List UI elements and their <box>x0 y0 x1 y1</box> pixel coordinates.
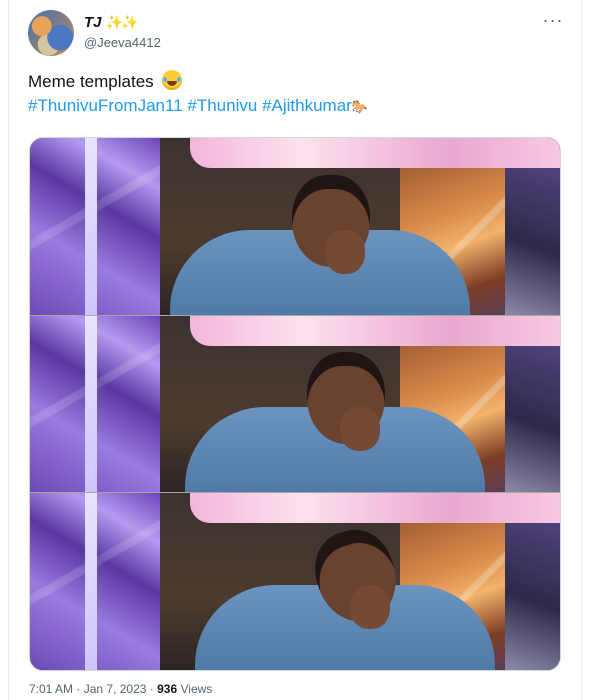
meme-panel-2 <box>30 315 560 494</box>
meta-separator: · <box>76 682 81 696</box>
tweet-time[interactable]: 7:01 AM <box>29 682 73 696</box>
tweet-media-image[interactable] <box>29 137 561 671</box>
hashtag-thunivufromjan11[interactable]: #ThunivuFromJan11 <box>28 96 183 115</box>
more-options-icon[interactable]: ··· <box>541 8 565 32</box>
author-name-row[interactable]: TJ ✨✨ <box>84 14 139 31</box>
display-name[interactable]: TJ <box>84 14 102 31</box>
tweet-text: Meme templates #ThunivuFromJan11 #Thuniv… <box>28 70 558 119</box>
meme-panel-1 <box>30 138 560 316</box>
tweet-date[interactable]: Jan 7, 2023 <box>84 682 147 696</box>
views-count: 936 <box>157 682 178 696</box>
user-handle[interactable]: @Jeeva4412 <box>84 35 161 50</box>
views-label: Views <box>180 682 213 696</box>
hashtag-thunivu[interactable]: #Thunivu <box>187 96 257 115</box>
tweet-meta: 7:01 AM · Jan 7, 2023 · 936 Views <box>29 682 212 696</box>
horse-emoji-icon: 🐎 <box>351 99 369 114</box>
sparkles-emoji-icon: ✨✨ <box>105 14 139 30</box>
hashtag-ajithkumar[interactable]: #Ajithkumar <box>262 96 352 115</box>
avatar[interactable] <box>28 10 74 56</box>
tweet-caption: Meme templates <box>28 72 154 91</box>
meme-panel-3 <box>30 493 560 670</box>
hashtags-line: #ThunivuFromJan11 #Thunivu #Ajithkumar🐎 <box>28 94 558 119</box>
meta-separator-2: · <box>149 682 154 696</box>
tweet-text-line1: Meme templates <box>28 70 558 94</box>
joy-emoji-icon <box>162 70 183 90</box>
